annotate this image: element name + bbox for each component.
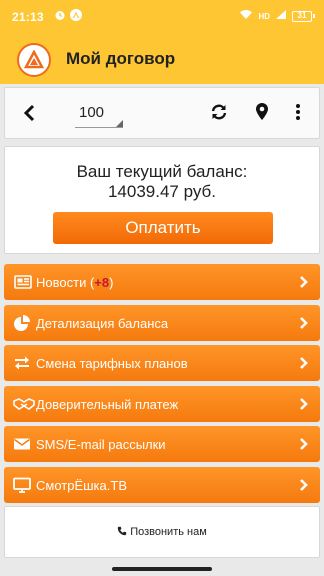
more-vert-icon[interactable] bbox=[295, 103, 301, 126]
chevron-right-icon bbox=[299, 397, 308, 416]
balance-amount: 14039.47 руб. bbox=[107, 182, 217, 201]
menu-label: Смена тарифных планов bbox=[36, 356, 188, 371]
status-time: 21:13 bbox=[12, 10, 44, 24]
alarm-icon bbox=[54, 9, 66, 21]
signal-icon bbox=[275, 9, 287, 23]
network-type: HD bbox=[258, 11, 270, 21]
menu-item-trust-payment[interactable]: Доверительный платеж bbox=[4, 385, 320, 422]
contract-select[interactable]: 100 bbox=[75, 102, 123, 128]
chevron-right-icon bbox=[299, 437, 308, 456]
tv-icon bbox=[13, 476, 31, 494]
chevron-right-icon bbox=[299, 478, 308, 497]
menu-label: Детализация баланса bbox=[36, 315, 169, 331]
menu-label: СмотрЁшка.ТВ bbox=[36, 477, 127, 493]
call-us-label: Позвонить нам bbox=[130, 526, 207, 538]
menu-label: Доверительный платеж bbox=[36, 396, 179, 412]
phone-icon bbox=[118, 526, 127, 536]
app-header: Мой договор bbox=[0, 34, 324, 84]
menu-item-smotreshka-tv[interactable]: СмотрЁшка.ТВ bbox=[4, 466, 320, 503]
page-title: Мой договор bbox=[66, 49, 176, 68]
footer-card: Позвонить нам bbox=[4, 506, 320, 558]
status-indicators: HD 31 bbox=[239, 9, 315, 23]
toolbar: 100 bbox=[4, 87, 320, 139]
app-logo bbox=[17, 43, 51, 77]
contract-select-value: 100 bbox=[79, 104, 105, 121]
envelope-icon bbox=[13, 435, 31, 453]
app-notification-icon bbox=[70, 9, 82, 21]
battery-icon: 31 bbox=[292, 10, 315, 22]
news-count-badge: +8 bbox=[94, 275, 110, 290]
status-bar: 21:13 HD 31 bbox=[0, 0, 324, 34]
balance-label: Ваш текущий баланс: bbox=[76, 162, 248, 181]
menu-label: SMS/E-mail рассылки bbox=[36, 437, 166, 452]
map-pin-icon[interactable] bbox=[255, 102, 269, 127]
pie-chart-icon bbox=[13, 314, 31, 332]
handshake-icon bbox=[13, 395, 35, 413]
main-menu: Новости (+8) Детализация баланса Смена т… bbox=[4, 264, 320, 507]
refresh-icon[interactable] bbox=[210, 103, 228, 126]
back-arrow-icon[interactable] bbox=[23, 104, 35, 127]
menu-item-sms-email[interactable]: SMS/E-mail рассылки bbox=[4, 426, 320, 462]
pay-button[interactable]: Оплатить bbox=[53, 212, 273, 244]
gesture-nav-bar[interactable] bbox=[112, 567, 212, 571]
wifi-icon bbox=[239, 9, 253, 23]
chevron-right-icon bbox=[299, 316, 308, 335]
newspaper-icon bbox=[13, 273, 32, 291]
chevron-right-icon bbox=[299, 275, 308, 294]
menu-label: Новости (+8) bbox=[36, 275, 114, 290]
call-us-link[interactable]: Позвонить нам bbox=[5, 526, 319, 538]
menu-item-balance-details[interactable]: Детализация баланса bbox=[4, 304, 320, 341]
menu-item-news[interactable]: Новости (+8) bbox=[4, 264, 320, 300]
menu-item-tariff-change[interactable]: Смена тарифных планов bbox=[4, 345, 320, 381]
chevron-right-icon bbox=[299, 356, 308, 375]
balance-card: Ваш текущий баланс: 14039.47 руб. Оплати… bbox=[4, 146, 320, 254]
exchange-icon bbox=[13, 354, 31, 372]
